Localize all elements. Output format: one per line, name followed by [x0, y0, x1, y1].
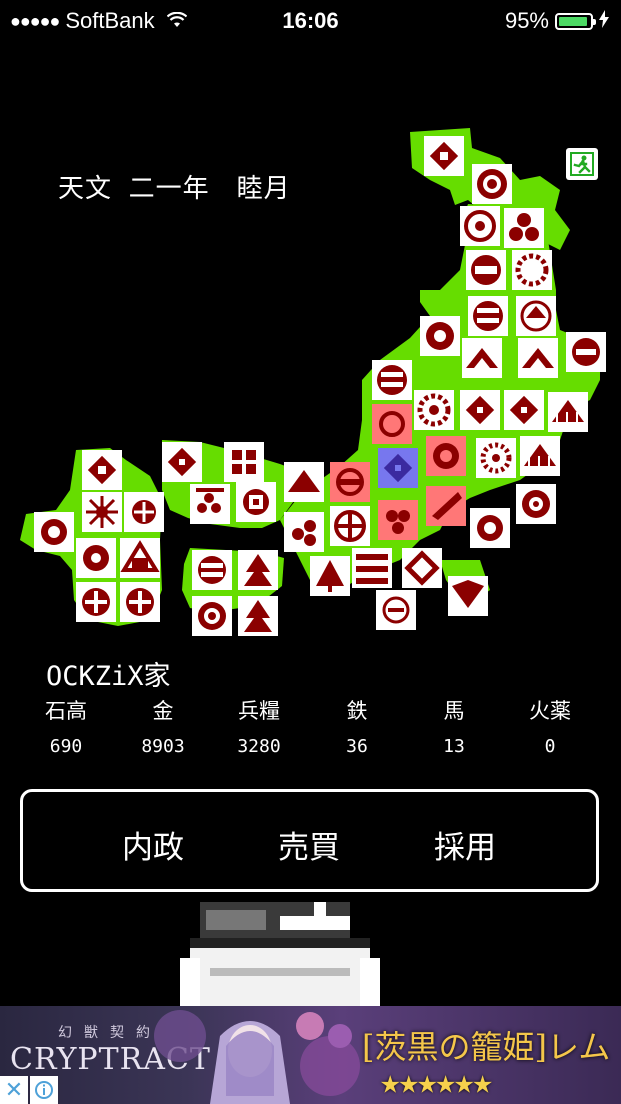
castle-tile[interactable]	[566, 332, 606, 372]
castle-tile[interactable]	[448, 576, 488, 616]
stat-value-horses: 13	[443, 736, 465, 757]
castle-tile[interactable]	[460, 390, 500, 430]
castle-tile[interactable]	[548, 392, 588, 432]
castle-tile[interactable]	[518, 338, 558, 378]
castle-tile[interactable]	[34, 512, 74, 552]
status-right: 95%	[505, 8, 609, 34]
castle-tile[interactable]	[352, 548, 392, 588]
advisor-character	[180, 902, 380, 1006]
stat-value-gunpowder: 0	[544, 736, 556, 757]
castle-tile[interactable]	[330, 506, 370, 546]
battery-fill	[559, 16, 588, 26]
castle-tile[interactable]	[236, 482, 276, 522]
battery-percent: 95%	[504, 8, 549, 33]
castle-tile[interactable]	[120, 538, 160, 578]
castle-tile[interactable]	[414, 390, 454, 430]
castle-tile[interactable]	[162, 442, 202, 482]
castle-tile-player[interactable]	[378, 448, 418, 488]
stat-label-gunpowder: 火薬	[529, 699, 571, 723]
stat-label-gold: 金	[152, 699, 174, 723]
status-bar: ●●●●● SoftBank 16:06 95%	[0, 0, 621, 42]
castle-tile[interactable]	[512, 250, 552, 290]
battery-cap	[593, 18, 596, 25]
castle-tile[interactable]	[516, 296, 556, 336]
castle-tile[interactable]	[424, 136, 464, 176]
castle-tile-enemy[interactable]	[372, 404, 412, 444]
castle-tile[interactable]	[238, 550, 278, 590]
castle-tile[interactable]	[462, 338, 502, 378]
ad-character-image	[154, 1010, 360, 1104]
command-menu: 内政 売買 採用	[20, 789, 599, 892]
info-icon	[35, 1081, 53, 1099]
battery-icon	[555, 12, 596, 30]
ad-rating: ★★★★★★	[380, 1062, 493, 1102]
castle-tile[interactable]	[82, 450, 122, 490]
castle-tile[interactable]	[120, 582, 160, 622]
ad-subtitle: 幻獣契約	[58, 1025, 162, 1041]
ad-banner[interactable]: 幻獣契約 CRYPTRACT [茨黒の籠姫]レム ★★★★★★ ✕	[0, 1006, 621, 1104]
stat-value-iron: 36	[346, 736, 368, 757]
castle-tile[interactable]	[470, 508, 510, 548]
castle-tile[interactable]	[76, 538, 116, 578]
charging-icon	[599, 8, 609, 34]
castle-tile[interactable]	[420, 316, 460, 356]
castle-tile[interactable]	[372, 360, 412, 400]
japan-map	[20, 128, 606, 636]
trade-button[interactable]: 売買	[259, 822, 359, 867]
castle-tile-enemy[interactable]	[426, 436, 466, 476]
clan-name: OCKZiX家	[46, 661, 171, 692]
castle-tile[interactable]	[284, 512, 324, 552]
stat-value-provisions: 3280	[237, 736, 281, 757]
stat-label-provisions: 兵糧	[238, 699, 280, 723]
castle-tile[interactable]	[504, 390, 544, 430]
castle-tile[interactable]	[192, 596, 232, 636]
stat-label-horses: 馬	[443, 699, 465, 723]
castle-tile-enemy[interactable]	[330, 462, 370, 502]
castle-tile[interactable]	[284, 462, 324, 502]
stat-value-kokudaka: 690	[49, 736, 83, 757]
stat-label-iron: 鉄	[346, 699, 368, 723]
castle-tile[interactable]	[310, 556, 350, 596]
castle-tile[interactable]	[466, 250, 506, 290]
castle-tile[interactable]	[476, 438, 516, 478]
castle-tile[interactable]	[520, 436, 560, 476]
castle-tile[interactable]	[82, 492, 122, 532]
castle-tile[interactable]	[516, 484, 556, 524]
castle-tile[interactable]	[402, 548, 442, 588]
domestic-affairs-button[interactable]: 内政	[103, 822, 203, 867]
castle-tile[interactable]	[468, 296, 508, 336]
castle-tile[interactable]	[238, 596, 278, 636]
recruit-button[interactable]: 採用	[415, 822, 515, 867]
castle-tile[interactable]	[376, 590, 416, 630]
stat-value-gold: 8903	[141, 736, 185, 757]
ad-info-button[interactable]	[30, 1076, 58, 1104]
castle-tile-enemy[interactable]	[426, 486, 466, 526]
castle-tile[interactable]	[76, 582, 116, 622]
castle-tile[interactable]	[472, 164, 512, 204]
castle-tile-enemy[interactable]	[378, 500, 418, 540]
castle-tile[interactable]	[504, 208, 544, 248]
castle-tile[interactable]	[224, 442, 264, 482]
ad-close-button[interactable]: ✕	[0, 1076, 28, 1104]
castle-tile[interactable]	[190, 484, 230, 524]
stat-label-kokudaka: 石高	[45, 699, 87, 723]
castle-tile[interactable]	[460, 206, 500, 246]
castle-tile[interactable]	[124, 492, 164, 532]
castle-tile[interactable]	[192, 550, 232, 590]
